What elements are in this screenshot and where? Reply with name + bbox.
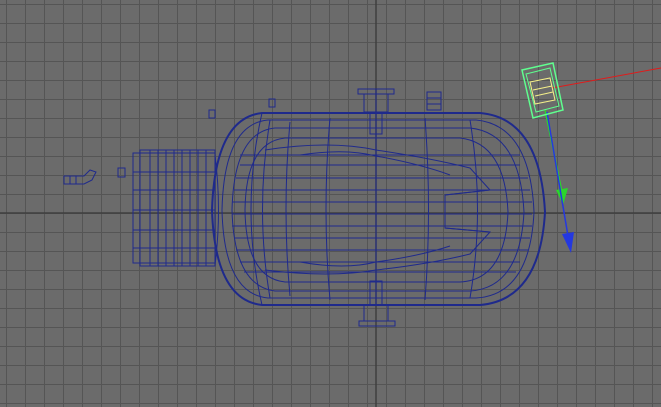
- tank-interior-profile: [264, 144, 492, 275]
- tank-top-fitting: [426, 91, 442, 111]
- tank-ribs: [250, 112, 478, 306]
- selection-inner-face: [529, 77, 556, 105]
- tank-stringers: [232, 154, 532, 273]
- stray-small-part-1[interactable]: [117, 167, 126, 178]
- tank-outer-hull: [210, 112, 547, 306]
- z-axis-arrowhead[interactable]: [562, 232, 574, 253]
- x-axis-handle[interactable]: [551, 67, 661, 89]
- tank-bottom-port: [358, 280, 396, 327]
- 3d-viewport[interactable]: [0, 0, 661, 407]
- z-axis-handle[interactable]: [546, 111, 569, 237]
- move-manipulator[interactable]: [544, 67, 661, 253]
- viewport-scene[interactable]: [0, 0, 661, 407]
- stray-bracket-part[interactable]: [63, 169, 97, 185]
- wireframe-tank[interactable]: [132, 88, 547, 327]
- selection-outline: [521, 62, 564, 119]
- tank-shell-line-1: [231, 127, 525, 292]
- stray-small-part-3[interactable]: [268, 98, 276, 108]
- selected-object[interactable]: [521, 62, 564, 119]
- tank-left-nozzle: [132, 149, 219, 267]
- stray-small-part-2[interactable]: [208, 109, 216, 119]
